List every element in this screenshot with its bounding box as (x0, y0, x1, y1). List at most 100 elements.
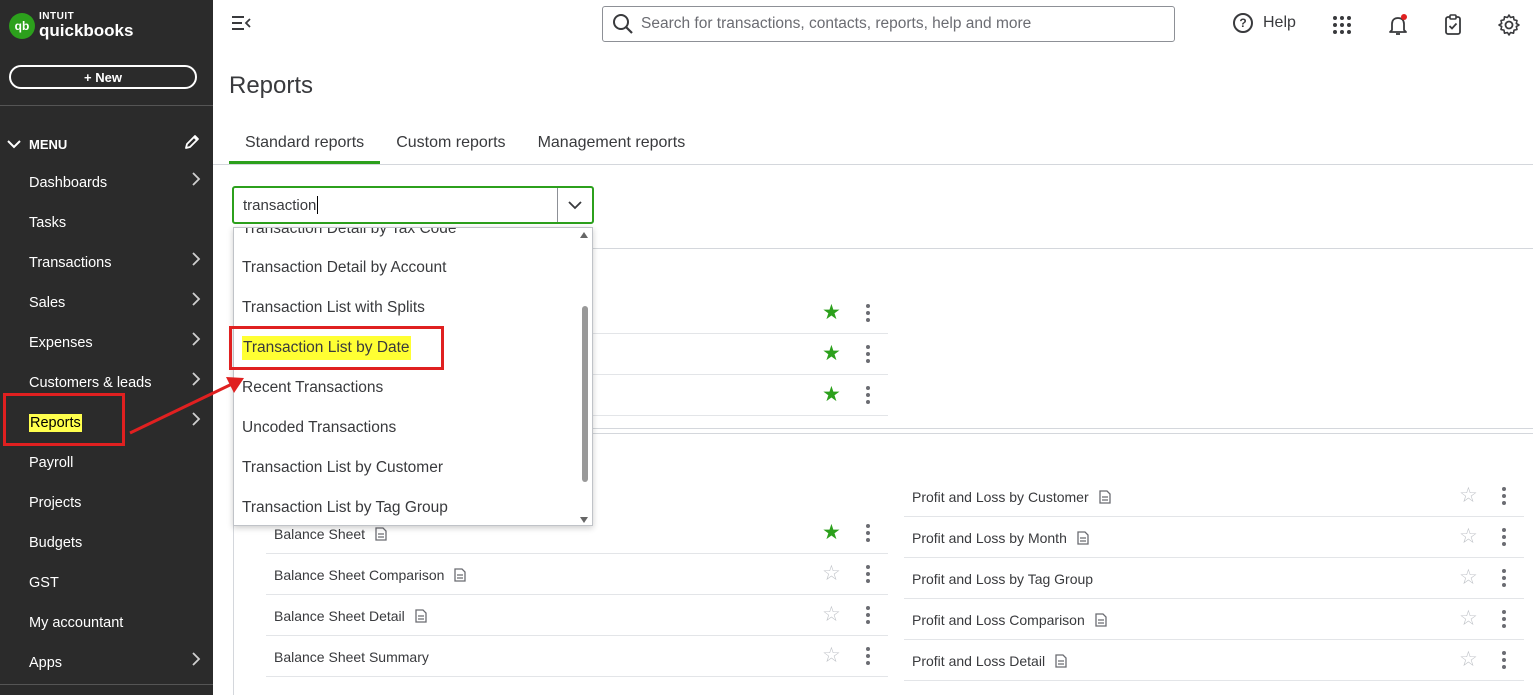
report-row-profit-and-loss-comparison[interactable]: Profit and Loss Comparison ☆ (904, 600, 1524, 640)
menu-header[interactable]: MENU (7, 133, 207, 155)
sidebar-item-expenses[interactable]: Expenses (0, 323, 213, 363)
report-name[interactable]: Balance Sheet Summary (274, 649, 429, 665)
dropdown-item-label: Transaction List with Splits (242, 299, 425, 316)
sidebar-item-label: Tasks (29, 215, 67, 231)
tab-standard-reports[interactable]: Standard reports (229, 128, 381, 165)
report-row-balance-sheet-summary[interactable]: Balance Sheet Summary ☆ (266, 637, 888, 677)
report-row-profit-and-loss-by-customer[interactable]: Profit and Loss by Customer ☆ (904, 477, 1524, 517)
star-filled-icon[interactable]: ★ (822, 522, 841, 543)
dropdown-item[interactable]: Transaction List by Customer (242, 448, 443, 488)
more-options-icon[interactable] (1502, 569, 1506, 587)
scroll-up-arrow-icon[interactable] (580, 232, 588, 238)
sidebar-item-dashboards[interactable]: Dashboards (0, 163, 213, 203)
more-options-icon[interactable] (866, 524, 870, 542)
document-icon (1095, 612, 1107, 627)
report-name[interactable]: Profit and Loss by Month (912, 530, 1067, 546)
dropdown-item[interactable]: Transaction Detail by Tax Code (242, 228, 457, 249)
dropdown-item[interactable]: Transaction List by Tag Group (242, 488, 448, 525)
dropdown-toggle-button[interactable] (557, 188, 592, 222)
annotation-box-dropdown (229, 326, 444, 370)
sidebar-item-tasks[interactable]: Tasks (0, 203, 213, 243)
app: qb INTUIT quickbooks + New MENU Dashboar… (0, 0, 1533, 695)
report-row-balance-sheet-comparison[interactable]: Balance Sheet Comparison ☆ (266, 555, 888, 595)
star-outline-icon[interactable]: ☆ (822, 563, 841, 584)
star-filled-icon[interactable]: ★ (822, 384, 841, 405)
more-options-icon[interactable] (866, 606, 870, 624)
sidebar: qb INTUIT quickbooks + New MENU Dashboar… (0, 0, 213, 695)
more-options-icon[interactable] (1502, 651, 1506, 669)
report-name[interactable]: Balance Sheet Detail (274, 608, 405, 624)
gear-icon[interactable] (1497, 13, 1521, 37)
scroll-thumb[interactable] (582, 306, 588, 482)
report-row-profit-and-loss-by-tag-group[interactable]: Profit and Loss by Tag Group ☆ (904, 559, 1524, 599)
report-name[interactable]: Balance Sheet (274, 526, 365, 542)
chevron-right-icon (191, 171, 201, 192)
report-name[interactable]: Profit and Loss Comparison (912, 612, 1085, 628)
sidebar-item-label: Transactions (29, 255, 112, 271)
sidebar-item-sales[interactable]: Sales (0, 283, 213, 323)
dropdown-item[interactable]: Recent Transactions (242, 368, 383, 408)
sidebar-item-label: Apps (29, 655, 63, 671)
sidebar-item-projects[interactable]: Projects (0, 483, 213, 523)
report-row-profit-and-loss-by-month[interactable]: Profit and Loss by Month ☆ (904, 518, 1524, 558)
star-outline-icon[interactable]: ☆ (1459, 567, 1478, 588)
sidebar-item-gst[interactable]: GST (0, 563, 213, 603)
bell-icon[interactable] (1386, 13, 1410, 37)
help-button[interactable]: ? Help (1233, 13, 1296, 33)
quickbooks-logo[interactable]: qb INTUIT quickbooks (9, 12, 133, 39)
report-row-profit-and-loss-detail[interactable]: Profit and Loss Detail ☆ (904, 641, 1524, 681)
more-options-icon[interactable] (866, 386, 870, 404)
star-outline-icon[interactable]: ☆ (1459, 485, 1478, 506)
report-search-input[interactable]: transaction (234, 188, 557, 222)
dropdown-item[interactable]: Transaction Detail by Account (242, 248, 446, 288)
more-options-icon[interactable] (866, 565, 870, 583)
star-filled-icon[interactable]: ★ (822, 343, 841, 364)
report-name[interactable]: Profit and Loss by Customer (912, 489, 1089, 505)
more-options-icon[interactable] (866, 647, 870, 665)
chevron-right-icon (191, 411, 201, 432)
chevron-down-icon (568, 201, 582, 210)
star-filled-icon[interactable]: ★ (822, 302, 841, 323)
menu-collapse-icon[interactable] (230, 14, 252, 37)
more-options-icon[interactable] (1502, 487, 1506, 505)
chevron-right-icon (191, 371, 201, 392)
scroll-down-arrow-icon[interactable] (580, 517, 588, 523)
report-name[interactable]: Profit and Loss by Tag Group (912, 571, 1093, 587)
sidebar-item-apps[interactable]: Apps (0, 643, 213, 683)
text-caret (317, 196, 319, 214)
pencil-icon[interactable] (183, 133, 201, 156)
report-name[interactable]: Balance Sheet Comparison (274, 567, 444, 583)
sidebar-item-my-accountant[interactable]: My accountant (0, 603, 213, 643)
star-outline-icon[interactable]: ☆ (1459, 608, 1478, 629)
report-search-value: transaction (243, 196, 317, 214)
apps-grid-icon[interactable] (1330, 13, 1354, 37)
star-outline-icon[interactable]: ☆ (822, 604, 841, 625)
more-options-icon[interactable] (1502, 528, 1506, 546)
star-outline-icon[interactable]: ☆ (822, 645, 841, 666)
dropdown-item[interactable]: Transaction List with Splits (242, 288, 425, 328)
report-search-combo[interactable]: transaction (232, 186, 594, 224)
dropdown-item[interactable]: Uncoded Transactions (242, 408, 396, 448)
document-icon (454, 567, 467, 582)
star-outline-icon[interactable]: ☆ (1459, 526, 1478, 547)
report-name[interactable]: Profit and Loss Detail (912, 653, 1045, 669)
report-row-balance-sheet-detail[interactable]: Balance Sheet Detail ☆ (266, 596, 888, 636)
tab-custom-reports[interactable]: Custom reports (380, 128, 521, 165)
clipboard-icon[interactable] (1441, 13, 1465, 37)
global-search-input[interactable] (641, 15, 1161, 33)
sidebar-item-payroll[interactable]: Payroll (0, 443, 213, 483)
sidebar-item-budgets[interactable]: Budgets (0, 523, 213, 563)
more-options-icon[interactable] (1502, 610, 1506, 628)
dropdown-scrollbar[interactable] (578, 228, 592, 525)
sidebar-item-label: Payroll (29, 455, 74, 471)
tab-management-reports[interactable]: Management reports (522, 128, 702, 165)
new-button[interactable]: + New (9, 65, 197, 89)
sidebar-item-label: Projects (29, 495, 82, 511)
more-options-icon[interactable] (866, 304, 870, 322)
more-options-icon[interactable] (866, 345, 870, 363)
chevron-down-icon (7, 137, 21, 152)
sidebar-divider (0, 105, 213, 106)
sidebar-item-transactions[interactable]: Transactions (0, 243, 213, 283)
global-search[interactable] (602, 6, 1175, 42)
star-outline-icon[interactable]: ☆ (1459, 649, 1478, 670)
